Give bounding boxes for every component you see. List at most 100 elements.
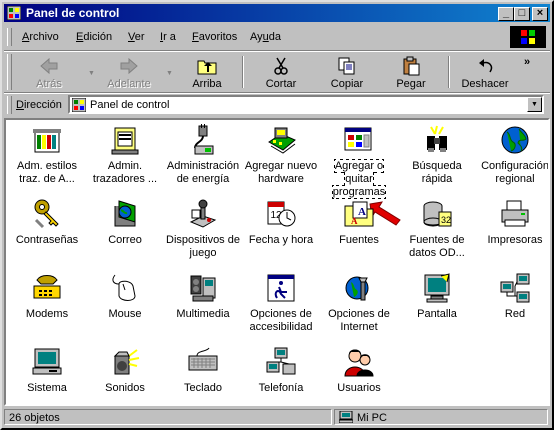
menu-archivo[interactable]: Archivo bbox=[22, 31, 59, 43]
item-dispositivos-juego[interactable]: Dispositivos de juego bbox=[164, 198, 242, 268]
address-label: Dirección bbox=[16, 99, 62, 111]
joystick-icon bbox=[189, 199, 217, 228]
item-label: Impresoras bbox=[487, 234, 543, 246]
printer-icon bbox=[501, 200, 529, 227]
item-mouse[interactable]: Mouse bbox=[86, 272, 164, 342]
item-config-regional[interactable]: Configuración regional bbox=[476, 124, 548, 194]
items-view[interactable]: Adm. estilos traz. de A... Admin. trazado… bbox=[4, 118, 550, 406]
item-fecha-hora[interactable]: 12 Fecha y hora bbox=[242, 198, 320, 268]
item-correo[interactable]: Correo bbox=[86, 198, 164, 268]
undo-arrow-icon bbox=[479, 59, 493, 73]
accessibility-icon bbox=[267, 274, 295, 302]
item-adm-estilos[interactable]: Adm. estilos traz. de A... bbox=[8, 124, 86, 194]
item-modems[interactable]: Modems bbox=[8, 272, 86, 342]
calendar-clock-icon: 12 bbox=[267, 201, 296, 227]
item-telefonia[interactable]: Telefonía bbox=[242, 346, 320, 404]
item-label: Red bbox=[504, 308, 526, 320]
item-label: Agregar nuevo hardware bbox=[244, 160, 318, 185]
item-label: Administración de energía bbox=[166, 160, 240, 185]
item-label: Sonidos bbox=[105, 382, 145, 394]
item-fuentes-datos[interactable]: 32 Fuentes de datos OD... bbox=[398, 198, 476, 268]
display-icon bbox=[424, 273, 450, 303]
item-teclado[interactable]: Teclado bbox=[164, 346, 242, 404]
add-hardware-icon bbox=[268, 127, 296, 154]
forward-dropdown-icon[interactable]: ▼ bbox=[166, 70, 173, 77]
status-zone-panel: Mi PC bbox=[334, 409, 548, 425]
item-label: Fecha y hora bbox=[248, 234, 314, 246]
item-admin-trazadores[interactable]: Admin. trazadores ... bbox=[86, 124, 164, 194]
toolbar-divider bbox=[448, 56, 450, 88]
odbc-icon: 32 bbox=[423, 201, 452, 227]
svg-text:A: A bbox=[358, 206, 366, 218]
minimize-button[interactable]: _ bbox=[498, 7, 514, 21]
item-label: Multimedia bbox=[176, 308, 230, 320]
item-label: Búsqueda rápida bbox=[412, 160, 462, 185]
item-label: Fuentes bbox=[339, 234, 379, 246]
menu-edicion[interactable]: Edición bbox=[76, 31, 112, 43]
item-label: Sistema bbox=[27, 382, 67, 394]
paste-button[interactable]: Pegar bbox=[380, 54, 442, 92]
item-agregar-hardware[interactable]: Agregar nuevo hardware bbox=[242, 124, 320, 194]
back-button[interactable]: Atrás bbox=[18, 54, 80, 92]
item-contrasenas[interactable]: Contraseñas bbox=[8, 198, 86, 268]
forward-button[interactable]: Adelante bbox=[98, 54, 160, 92]
menu-bar: Archivo Edición Ver Ir a Favoritos Ayuda bbox=[4, 26, 550, 48]
plotter-manager-icon bbox=[111, 127, 139, 155]
item-opciones-internet[interactable]: Opciones de Internet bbox=[320, 272, 398, 342]
item-fuentes[interactable]: A A Fuentes bbox=[320, 198, 398, 268]
item-label: Modems bbox=[25, 308, 69, 320]
maximize-button[interactable]: □ bbox=[514, 7, 530, 21]
item-multimedia[interactable]: Multimedia bbox=[164, 272, 242, 342]
address-grip[interactable] bbox=[7, 96, 12, 114]
menu-grip[interactable] bbox=[7, 28, 12, 46]
svg-text:32: 32 bbox=[441, 215, 451, 225]
svg-text:A: A bbox=[351, 216, 358, 226]
item-agregar-quitar[interactable]: Agregar o quitar programas bbox=[320, 124, 398, 199]
item-red[interactable]: Red bbox=[476, 272, 548, 342]
menu-ayuda[interactable]: Ayuda bbox=[250, 31, 281, 43]
multimedia-icon bbox=[190, 275, 216, 302]
item-impresoras[interactable]: Impresoras bbox=[476, 198, 548, 268]
paste-clipboard-icon bbox=[403, 56, 420, 76]
item-label: Contraseñas bbox=[15, 234, 79, 246]
status-count-panel: 26 objetos bbox=[4, 409, 332, 425]
item-opciones-accesibilidad[interactable]: Opciones de accesibilidad bbox=[242, 272, 320, 342]
address-combobox[interactable]: Panel de control ▼ bbox=[68, 95, 544, 114]
control-panel-icon bbox=[72, 98, 86, 112]
undo-button[interactable]: Deshacer bbox=[454, 54, 516, 92]
keys-icon bbox=[34, 199, 59, 229]
menu-favoritos[interactable]: Favoritos bbox=[192, 31, 237, 43]
item-label: Usuarios bbox=[337, 382, 381, 394]
forward-arrow-icon bbox=[120, 57, 138, 75]
toolbar-divider bbox=[242, 56, 244, 88]
item-usuarios[interactable]: Usuarios bbox=[320, 346, 398, 404]
address-dropdown-button[interactable]: ▼ bbox=[527, 97, 542, 112]
fonts-folder-icon: AA bbox=[344, 201, 374, 227]
item-label: Pantalla bbox=[417, 308, 457, 320]
item-sistema[interactable]: Sistema bbox=[8, 346, 86, 404]
toolbar-grip[interactable] bbox=[7, 54, 12, 90]
title-bar[interactable]: Panel de control _ □ × bbox=[4, 4, 550, 22]
menu-ver[interactable]: Ver bbox=[128, 31, 145, 43]
users-icon bbox=[344, 349, 374, 377]
item-label: Correo bbox=[108, 234, 142, 246]
close-button[interactable]: × bbox=[532, 7, 548, 21]
item-label: Opciones de Internet bbox=[328, 308, 390, 333]
item-label: Adm. estilos traz. de A... bbox=[17, 160, 77, 185]
item-busqueda-rapida[interactable]: Búsqueda rápida bbox=[398, 124, 476, 194]
copy-button[interactable]: Copiar bbox=[316, 54, 378, 92]
item-admin-energia[interactable]: Administración de energía bbox=[164, 124, 242, 194]
status-bar: 26 objetos Mi PC bbox=[4, 408, 550, 426]
cut-button[interactable]: Cortar bbox=[250, 54, 312, 92]
mouse-icon bbox=[112, 274, 136, 301]
item-pantalla[interactable]: Pantalla bbox=[398, 272, 476, 342]
item-label: Dispositivos de juego bbox=[166, 234, 240, 259]
folder-up-icon bbox=[197, 60, 217, 75]
back-dropdown-icon[interactable]: ▼ bbox=[88, 70, 95, 77]
toolbar-more-chevron[interactable]: » bbox=[524, 56, 530, 68]
keyboard-icon bbox=[188, 347, 218, 371]
up-button[interactable]: Arriba bbox=[176, 54, 238, 92]
network-icon bbox=[500, 273, 530, 303]
menu-ir-a[interactable]: Ir a bbox=[160, 31, 176, 43]
item-sonidos[interactable]: Sonidos bbox=[86, 346, 164, 404]
